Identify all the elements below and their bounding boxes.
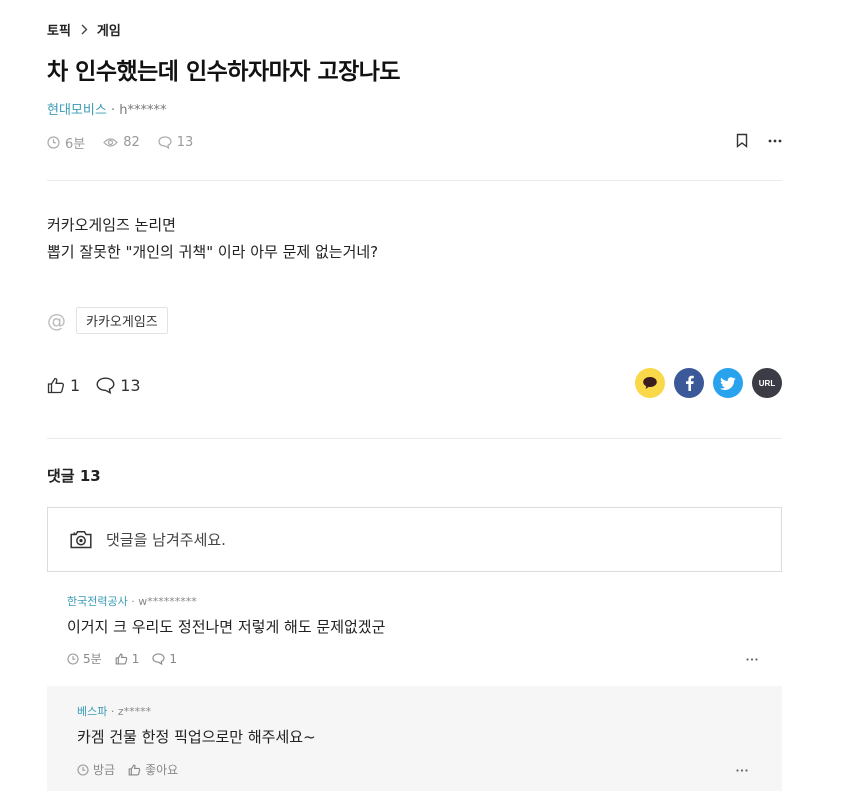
breadcrumb: 토픽 게임 [47, 20, 121, 39]
comment-button[interactable]: 13 [96, 376, 141, 395]
twitter-share-icon[interactable] [713, 368, 743, 398]
clock-icon [67, 652, 79, 665]
company-tag[interactable]: 카카오게임즈 [76, 307, 168, 334]
comments-header: 댓글 13 [47, 467, 101, 485]
more-options-icon[interactable] [746, 658, 758, 661]
breadcrumb-game[interactable]: 게임 [97, 20, 121, 39]
comment-like-button[interactable]: 좋아요 [128, 761, 178, 778]
comment-nickname: w********* [138, 595, 197, 608]
facebook-share-icon[interactable] [674, 368, 704, 398]
comment-company[interactable]: 베스파 [77, 705, 107, 718]
breadcrumb-topic[interactable]: 토픽 [47, 20, 71, 39]
post-body-line: 뽑기 잘못한 "개인의 귀책" 이라 아무 문제 없는거네? [47, 243, 379, 261]
post-actions [736, 133, 782, 148]
camera-icon[interactable] [70, 530, 92, 549]
clock-icon [77, 763, 89, 776]
clock-icon [47, 136, 60, 149]
bookmark-icon[interactable] [736, 133, 748, 148]
post-meta: 6분 82 13 [47, 133, 211, 152]
kakaotalk-share-icon[interactable] [635, 368, 665, 398]
copy-url-button[interactable]: URL [752, 368, 782, 398]
comment-placeholder: 댓글을 남겨주세요. [106, 531, 226, 549]
more-options-icon[interactable] [736, 769, 748, 772]
comment-item: 한국전력공사 · w********* 이거지 크 우리도 정전나면 저렇게 해… [47, 573, 782, 685]
comment-text: 이거지 크 우리도 정전나면 저렇게 해도 문제없겠군 [67, 618, 386, 636]
comment-like-button[interactable]: 1 [115, 652, 139, 666]
comment-item: 베스파 · z***** 카겜 건물 한정 픽업으로만 해주세요~ 방금 좋아요 [47, 686, 782, 791]
author-separator: · [106, 103, 120, 118]
comment-meta: 방금 좋아요 [77, 761, 191, 778]
comment-time: 방금 [77, 761, 115, 778]
author-company[interactable]: 현대모비스 [47, 103, 107, 118]
post-comment-count: 13 [158, 135, 193, 150]
comment-company[interactable]: 한국전력공사 [67, 595, 128, 608]
comment-icon [158, 136, 172, 149]
divider [47, 180, 782, 181]
eye-icon [103, 138, 119, 147]
comment-icon [96, 377, 115, 394]
comment-nickname: z***** [117, 705, 152, 718]
post-time: 6분 [47, 133, 85, 152]
comment-icon [152, 652, 165, 665]
comment-text: 카겜 건물 한정 픽업으로만 해주세요~ [77, 728, 316, 746]
post-body: 커카오게임즈 논리면 뽑기 잘못한 "개인의 귀책" 이라 아무 문제 없는거네… [47, 212, 378, 266]
post-author: 현대모비스 · h****** [47, 99, 166, 118]
thumbs-up-icon [47, 377, 65, 394]
comment-input[interactable]: 댓글을 남겨주세요. [47, 507, 782, 572]
post-reactions: 1 13 [47, 376, 157, 395]
more-options-icon[interactable] [768, 139, 782, 143]
comment-time: 5분 [67, 650, 102, 667]
divider [47, 438, 782, 439]
comment-author: 한국전력공사 · w********* [67, 595, 197, 608]
comment-meta: 5분 1 1 [67, 650, 190, 667]
comment-reply-button[interactable]: 1 [152, 652, 177, 666]
post-views: 82 [103, 135, 140, 150]
chevron-right-icon [81, 24, 88, 35]
thumbs-up-icon [128, 763, 141, 776]
author-nickname: h****** [119, 103, 167, 118]
post-page: 토픽 게임 차 인수했는데 인수하자마자 고장나도 현대모비스 · h*****… [47, 0, 782, 791]
mention-row: @ 카카오게임즈 [47, 307, 168, 334]
at-icon: @ [47, 309, 66, 332]
post-body-line: 커카오게임즈 논리면 [47, 216, 176, 234]
share-buttons: URL [626, 368, 782, 398]
like-button[interactable]: 1 [47, 376, 80, 395]
post-title: 차 인수했는데 인수하자마자 고장나도 [47, 59, 401, 85]
comment-author: 베스파 · z***** [77, 705, 152, 718]
thumbs-up-icon [115, 652, 127, 665]
